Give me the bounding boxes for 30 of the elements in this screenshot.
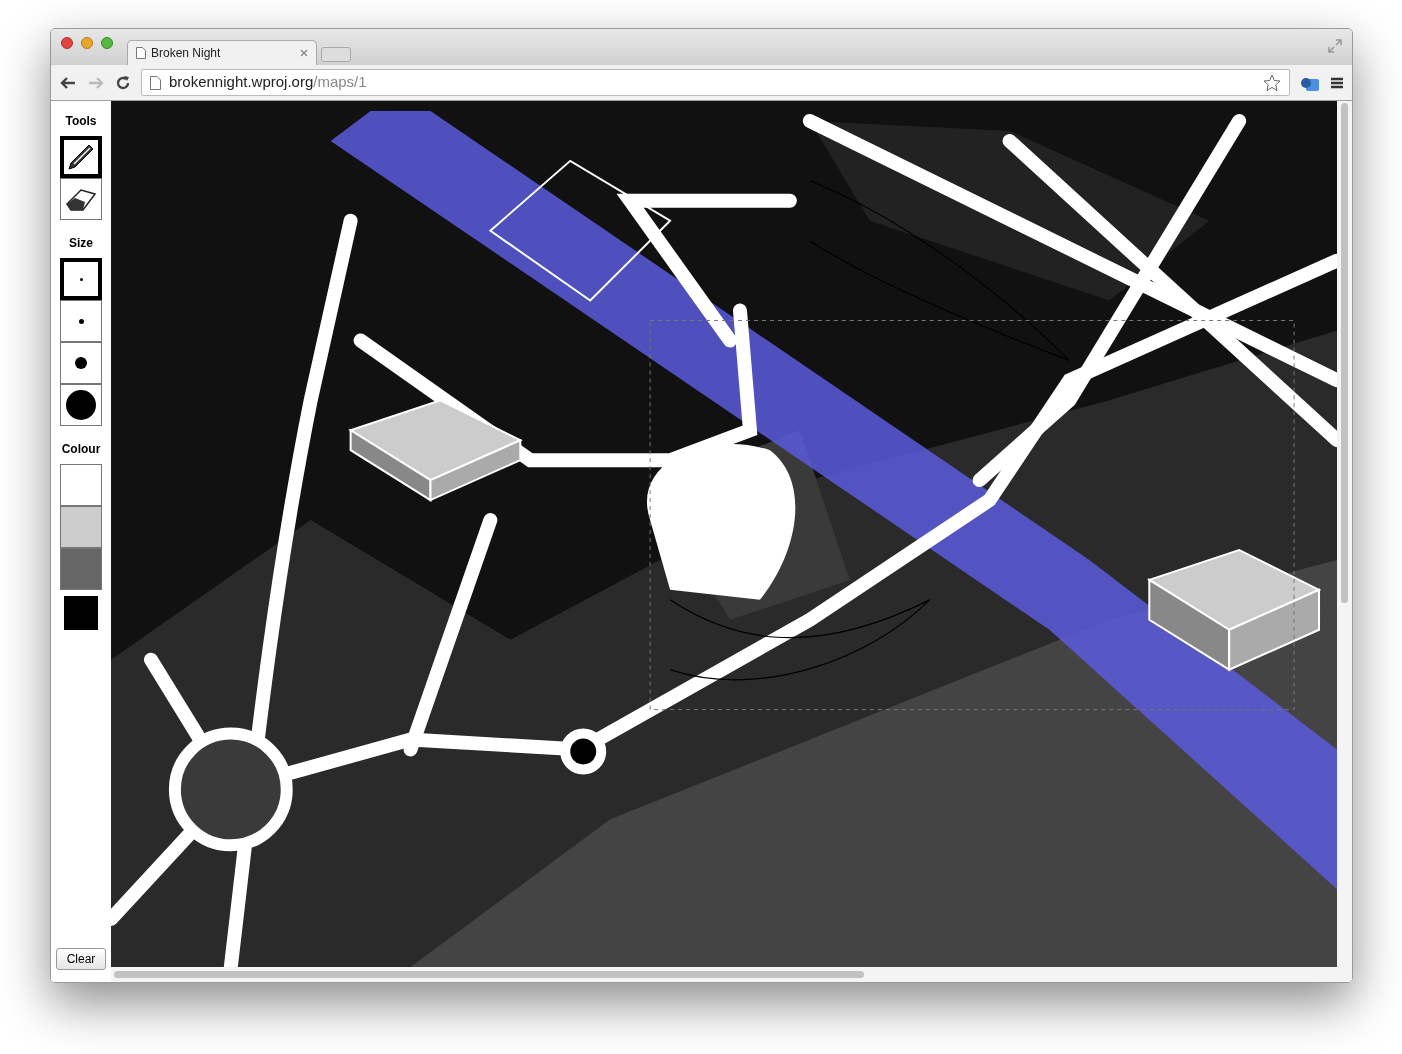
star-icon[interactable] [1263, 73, 1281, 92]
browser-tab[interactable]: Broken Night [127, 40, 317, 65]
vertical-scrollbar[interactable] [1337, 101, 1352, 967]
colour-swatch[interactable] [60, 464, 102, 506]
size-label: Size [69, 235, 93, 252]
address-bar[interactable]: brokennight.wproj.org/maps/1 [141, 69, 1290, 96]
colour-label: Colour [61, 441, 101, 458]
tool-button[interactable] [60, 178, 102, 220]
tool-button[interactable] [60, 136, 102, 178]
zoom-window-icon[interactable] [101, 37, 113, 49]
size-button[interactable] [60, 342, 102, 384]
scrollbar-thumb[interactable] [1341, 103, 1348, 603]
horizontal-scrollbar[interactable] [111, 967, 1352, 982]
tools-label: Tools [65, 113, 97, 130]
menu-icon[interactable] [1330, 75, 1344, 90]
page-icon [150, 75, 161, 90]
colour-swatch[interactable] [60, 548, 102, 590]
reload-icon[interactable] [115, 74, 131, 91]
close-window-icon[interactable] [61, 37, 73, 49]
minimize-window-icon[interactable] [81, 37, 93, 49]
back-icon[interactable] [59, 74, 77, 91]
tab-title: Broken Night [151, 45, 222, 62]
clear-button[interactable]: Clear [55, 948, 107, 970]
page-icon [136, 47, 146, 59]
size-button[interactable] [60, 384, 102, 426]
colour-swatch[interactable] [60, 506, 102, 548]
url-text: brokennight.wproj.org/maps/1 [169, 72, 368, 93]
size-button[interactable] [60, 258, 102, 300]
close-tab-icon[interactable] [300, 49, 308, 57]
scrollbar-thumb[interactable] [114, 971, 864, 978]
